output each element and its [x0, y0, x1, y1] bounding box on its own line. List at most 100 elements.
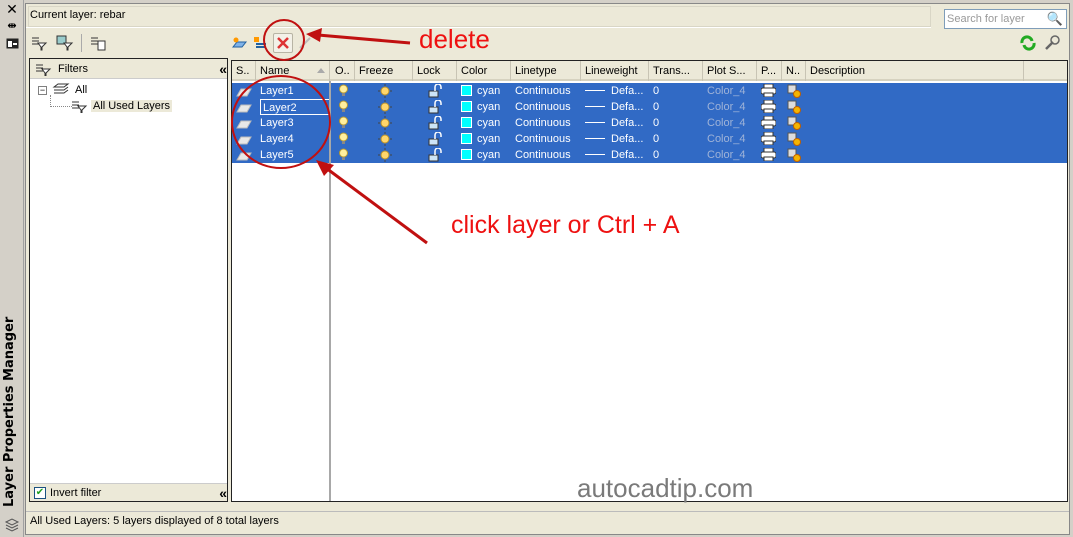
layer-name[interactable]: Layer3 — [260, 115, 294, 131]
printer-icon[interactable] — [760, 115, 777, 132]
layer-row[interactable]: Layer4 cyan Continuous Defa... 0 Color_4 — [232, 131, 1067, 147]
layer-linetype[interactable]: Continuous — [515, 83, 571, 99]
layer-name[interactable]: Layer4 — [260, 131, 294, 147]
layer-name[interactable]: Layer2 — [260, 99, 330, 115]
auto-hide-icon[interactable]: ⇹ — [4, 18, 20, 32]
new-vp-freeze-icon[interactable] — [787, 84, 802, 100]
printer-icon[interactable] — [760, 131, 777, 148]
layer-linetype[interactable]: Continuous — [515, 131, 571, 147]
frozen-column-divider[interactable] — [329, 81, 331, 501]
layer-rows: Layer1 cyan Continuous Defa... 0 Color_4… — [232, 83, 1067, 163]
column-header-lineweight[interactable]: Lineweight — [581, 61, 649, 81]
new-vp-freeze-icon[interactable] — [787, 148, 802, 164]
layer-states-manager-icon[interactable] — [88, 33, 108, 53]
color-swatch — [461, 117, 472, 128]
column-header-linetype[interactable]: Linetype — [511, 61, 581, 81]
collapse-node-icon[interactable]: − — [38, 85, 47, 95]
layer-toolbar — [229, 32, 315, 54]
layer-color[interactable]: cyan — [461, 115, 500, 131]
delete-layer-button[interactable] — [273, 33, 293, 53]
layer-transparency[interactable]: 0 — [653, 131, 659, 147]
layer-linetype[interactable]: Continuous — [515, 99, 571, 115]
settings-icon[interactable] — [1042, 33, 1062, 53]
sun-thawed-icon[interactable] — [378, 100, 392, 116]
new-vp-freeze-icon[interactable] — [787, 116, 802, 132]
column-header-plot[interactable]: P... — [757, 61, 782, 81]
bulb-on-icon[interactable] — [339, 148, 348, 164]
bulb-on-icon[interactable] — [339, 132, 348, 148]
bulb-on-icon[interactable] — [339, 116, 348, 132]
layer-name[interactable]: Layer5 — [260, 147, 294, 163]
layer-color[interactable]: cyan — [461, 99, 500, 115]
printer-icon[interactable] — [760, 99, 777, 116]
sun-thawed-icon[interactable] — [378, 84, 392, 100]
layer-plot-style: Color_4 — [707, 101, 746, 113]
layer-lineweight[interactable]: Defa... — [585, 131, 643, 147]
layer-plot-style: Color_4 — [707, 149, 746, 161]
layer-lineweight[interactable]: Defa... — [585, 115, 643, 131]
layer-transparency[interactable]: 0 — [653, 115, 659, 131]
properties-icon[interactable] — [4, 36, 20, 50]
printer-icon[interactable] — [760, 147, 777, 164]
layer-color[interactable]: cyan — [461, 83, 500, 99]
layer-lineweight[interactable]: Defa... — [585, 83, 643, 99]
layer-row[interactable]: Layer1 cyan Continuous Defa... 0 Color_4 — [232, 83, 1067, 99]
tree-node-all-used-layers[interactable]: All Used Layers — [70, 99, 173, 113]
filters-title: Filters — [58, 62, 88, 75]
column-header-plot-style[interactable]: Plot S... — [703, 61, 757, 81]
layer-row[interactable]: Layer2 cyan Continuous Defa... 0 Color_4 — [232, 99, 1067, 115]
layer-linetype[interactable]: Continuous — [515, 147, 571, 163]
column-header-new-vp-freeze[interactable]: N.. — [782, 61, 806, 81]
layer-lineweight[interactable]: Defa... — [585, 99, 643, 115]
close-icon[interactable]: ✕ — [4, 1, 20, 17]
column-header-name[interactable]: Name — [256, 61, 330, 81]
collapse-filter-tree-button[interactable]: « — [219, 61, 227, 77]
sun-thawed-icon[interactable] — [378, 132, 392, 148]
settings-toolbar — [1018, 32, 1062, 54]
column-header-transparency[interactable]: Trans... — [649, 61, 703, 81]
layer-transparency[interactable]: 0 — [653, 83, 659, 99]
column-header-description[interactable]: Description — [806, 61, 1024, 81]
lock-unlocked-icon[interactable] — [428, 131, 442, 148]
lock-unlocked-icon[interactable] — [428, 147, 442, 164]
new-group-filter-icon[interactable] — [55, 33, 75, 53]
set-current-icon[interactable] — [295, 33, 315, 53]
column-header-freeze[interactable]: Freeze — [355, 61, 413, 81]
sun-thawed-icon[interactable] — [378, 116, 392, 132]
column-header-on[interactable]: O.. — [331, 61, 355, 81]
layer-name[interactable]: Layer1 — [260, 83, 294, 99]
lock-unlocked-icon[interactable] — [428, 83, 442, 100]
layer-lineweight[interactable]: Defa... — [585, 147, 643, 163]
new-layer-icon[interactable] — [229, 33, 249, 53]
lock-unlocked-icon[interactable] — [428, 99, 442, 116]
tree-node-all[interactable]: − All — [38, 83, 87, 97]
invert-filter-checkbox[interactable]: ✔ — [34, 486, 46, 499]
lock-unlocked-icon[interactable] — [428, 115, 442, 132]
column-header-lock[interactable]: Lock — [413, 61, 457, 81]
new-vp-freeze-icon[interactable] — [787, 100, 802, 116]
column-header-color[interactable]: Color — [457, 61, 511, 81]
layer-row[interactable]: Layer5 cyan Continuous Defa... 0 Color_4 — [232, 147, 1067, 163]
layer-plot-style: Color_4 — [707, 133, 746, 145]
layer-transparency[interactable]: 0 — [653, 99, 659, 115]
new-property-filter-icon[interactable] — [29, 33, 49, 53]
layer-color[interactable]: cyan — [461, 147, 500, 163]
refresh-icon[interactable] — [1018, 33, 1038, 53]
new-vp-freeze-icon[interactable] — [787, 132, 802, 148]
color-swatch — [461, 101, 472, 112]
search-icon[interactable]: 🔍 — [1047, 11, 1063, 27]
search-layer-input[interactable]: Search for layer 🔍 — [944, 9, 1067, 29]
bulb-on-icon[interactable] — [339, 84, 348, 100]
filter-icon — [36, 64, 52, 76]
new-layer-vp-frozen-icon[interactable] — [251, 33, 271, 53]
layer-list: S.. Name O.. Freeze Lock Color Linetype … — [231, 60, 1068, 502]
collapse-filter-pane-button[interactable]: « — [219, 485, 227, 501]
layer-transparency[interactable]: 0 — [653, 147, 659, 163]
layer-color[interactable]: cyan — [461, 131, 500, 147]
layer-linetype[interactable]: Continuous — [515, 115, 571, 131]
column-header-status[interactable]: S.. — [232, 61, 256, 81]
layer-row[interactable]: Layer3 cyan Continuous Defa... 0 Color_4 — [232, 115, 1067, 131]
sun-thawed-icon[interactable] — [378, 148, 392, 164]
bulb-on-icon[interactable] — [339, 100, 348, 116]
printer-icon[interactable] — [760, 83, 777, 100]
